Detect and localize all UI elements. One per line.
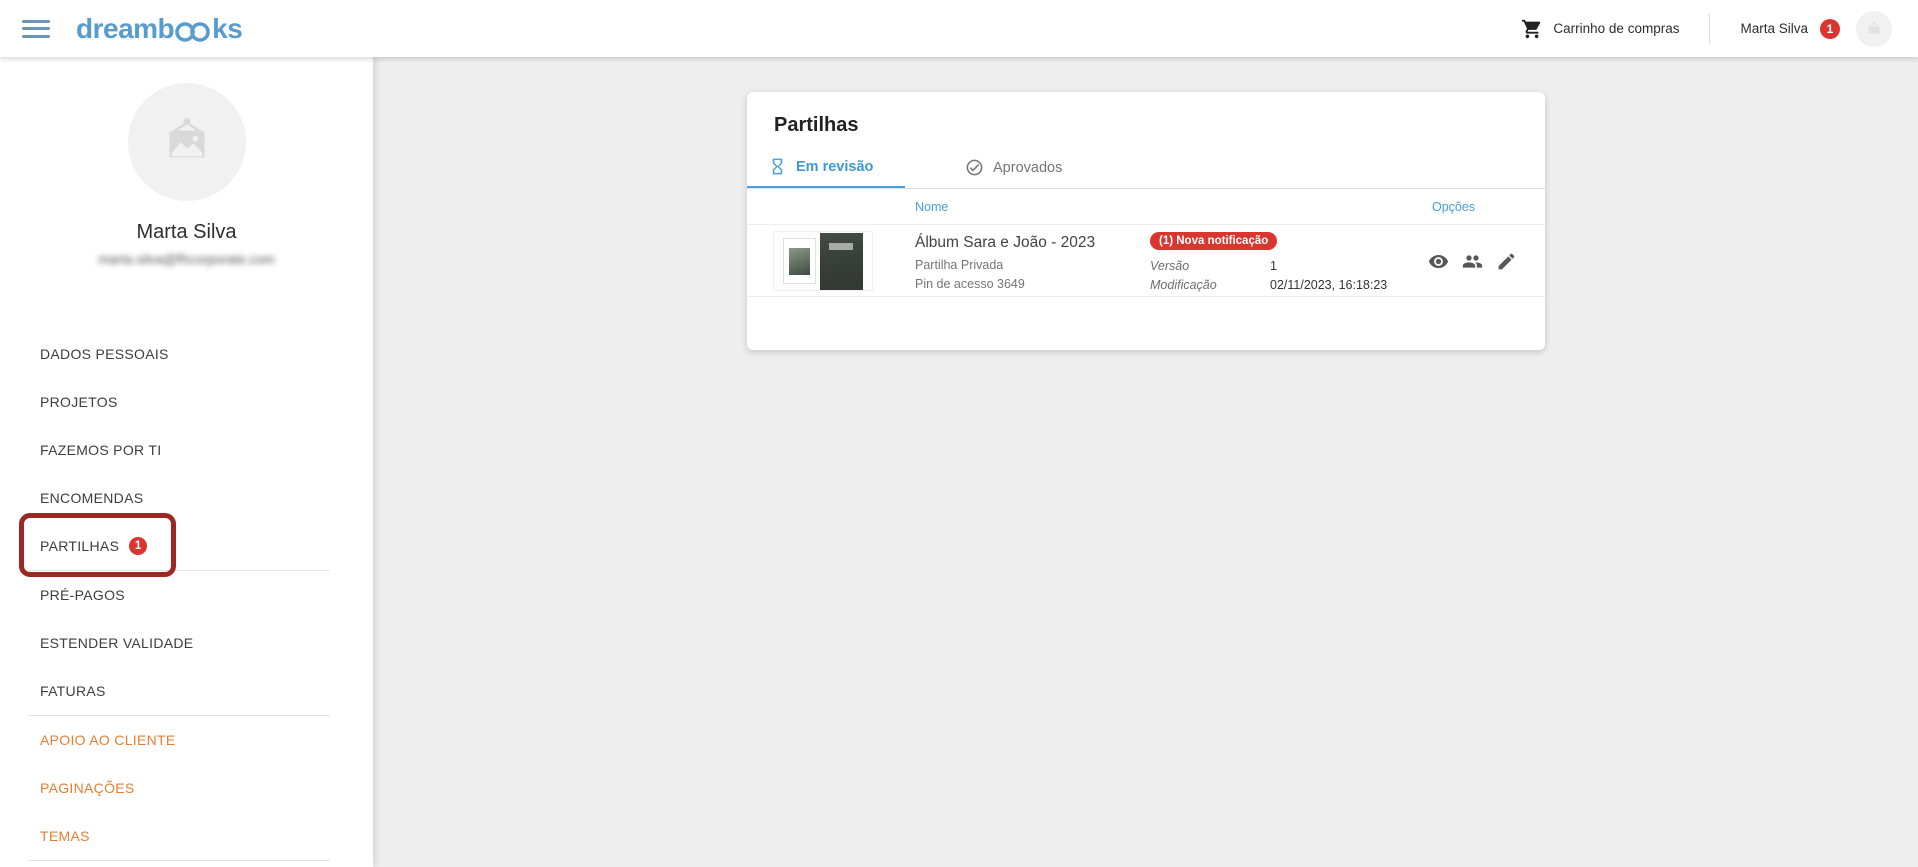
sidebar-item-dados-pessoais[interactable]: DADOS PESSOAIS	[0, 330, 373, 378]
sidebar-item-faturas[interactable]: FATURAS	[0, 667, 373, 715]
sidebar-item-label: PRÉ-PAGOS	[40, 587, 125, 603]
shopping-cart-icon	[1521, 18, 1543, 40]
sidebar-item-label: ENCOMENDAS	[40, 490, 143, 506]
sidebar-item-label: PARTILHAS	[40, 538, 119, 554]
image-placeholder-icon	[1865, 20, 1883, 38]
tab-label: Aprovados	[993, 160, 1062, 176]
user-name: Marta Silva	[1740, 21, 1808, 36]
menu-icon[interactable]	[22, 18, 50, 40]
sidebar-divider	[28, 860, 330, 861]
top-bar: dreamb ks Carrinho de compras Marta Silv…	[0, 0, 1918, 57]
sidebar-item-projetos[interactable]: PROJETOS	[0, 378, 373, 426]
eye-icon[interactable]	[1428, 251, 1449, 272]
album-cover-front	[783, 238, 816, 284]
modified-value: 02/11/2023, 16:18:23	[1270, 276, 1387, 295]
logo-linked-rings-icon	[173, 20, 213, 42]
row-actions	[1428, 251, 1517, 272]
profile-email-blurred: marta.silva@fhcorporate.com	[0, 252, 373, 267]
profile-name: Marta Silva	[0, 221, 373, 244]
hourglass-icon	[768, 157, 787, 176]
cart-label: Carrinho de compras	[1553, 21, 1679, 36]
sidebar-item-label: APOIO AO CLIENTE	[40, 732, 176, 748]
logo-text-suffix: ks	[212, 13, 242, 45]
new-notification-badge: (1) Nova notificação	[1150, 232, 1277, 250]
sidebar-item-pre-pagos[interactable]: PRÉ-PAGOS	[0, 571, 373, 619]
sidebar-item-label: FATURAS	[40, 683, 106, 699]
sidebar-item-fazemos-por-ti[interactable]: FAZEMOS POR TI	[0, 426, 373, 474]
album-cover-back	[820, 233, 863, 290]
version-value: 1	[1270, 257, 1387, 276]
page-title: Partilhas	[774, 114, 1545, 137]
album-title: Álbum Sara e João - 2023	[915, 234, 1095, 252]
sidebar-item-paginacoes[interactable]: PAGINAÇÕES	[0, 764, 373, 812]
tab-aprovados[interactable]: Aprovados	[941, 147, 1086, 188]
sidebar-item-label: DADOS PESSOAIS	[40, 346, 169, 362]
sidebar-nav: DADOS PESSOAIS PROJETOS FAZEMOS POR TI E…	[0, 330, 373, 861]
sidebar-item-apoio-ao-cliente[interactable]: APOIO AO CLIENTE	[0, 716, 373, 764]
album-meta: (1) Nova notificação Versão 1 Modificaçã…	[1150, 231, 1387, 295]
partilhas-card: Partilhas Em revisão Aprovados Nome Opçõ…	[747, 92, 1545, 350]
sidebar-item-estender-validade[interactable]: ESTENDER VALIDADE	[0, 619, 373, 667]
header-divider	[1709, 14, 1710, 44]
dreambooks-logo[interactable]: dreamb ks	[76, 13, 242, 45]
avatar[interactable]	[1856, 11, 1892, 47]
partilhas-count-badge: 1	[129, 537, 147, 555]
sidebar-item-temas[interactable]: TEMAS	[0, 812, 373, 860]
sidebar-item-label: TEMAS	[40, 828, 90, 844]
logo-text-prefix: dreamb	[76, 13, 174, 45]
cover-photo	[789, 248, 810, 275]
column-header-opcoes: Opções	[1432, 200, 1475, 214]
sidebar: Marta Silva marta.silva@fhcorporate.com …	[0, 57, 373, 867]
tab-label: Em revisão	[796, 159, 873, 175]
sidebar-item-label: FAZEMOS POR TI	[40, 442, 161, 458]
sidebar-item-partilhas[interactable]: PARTILHAS 1	[0, 522, 373, 570]
check-circle-icon	[965, 158, 984, 177]
album-pin: Pin de acesso 3649	[915, 275, 1095, 294]
sidebar-item-label: PROJETOS	[40, 394, 118, 410]
modified-label: Modificação	[1150, 276, 1270, 295]
album-info: Álbum Sara e João - 2023 Partilha Privad…	[915, 234, 1095, 294]
sidebar-item-label: ESTENDER VALIDADE	[40, 635, 193, 651]
version-label: Versão	[1150, 257, 1270, 276]
image-placeholder-icon	[159, 114, 215, 170]
tab-em-revisao[interactable]: Em revisão	[747, 147, 905, 188]
column-header-nome: Nome	[915, 200, 948, 214]
table-header: Nome Opções	[747, 189, 1545, 225]
sidebar-item-encomendas[interactable]: ENCOMENDAS	[0, 474, 373, 522]
edit-icon[interactable]	[1496, 251, 1517, 272]
tabs-bar: Em revisão Aprovados	[747, 147, 1545, 189]
sidebar-item-label: PAGINAÇÕES	[40, 780, 135, 796]
album-thumbnail[interactable]	[773, 231, 873, 291]
notification-count-badge: 1	[1820, 19, 1840, 39]
profile-avatar[interactable]	[128, 83, 246, 201]
cart-button[interactable]: Carrinho de compras	[1521, 18, 1679, 40]
user-menu[interactable]: Marta Silva 1	[1740, 11, 1892, 47]
users-icon[interactable]	[1462, 251, 1483, 272]
album-privacy: Partilha Privada	[915, 256, 1095, 275]
table-row: Álbum Sara e João - 2023 Partilha Privad…	[747, 225, 1545, 297]
